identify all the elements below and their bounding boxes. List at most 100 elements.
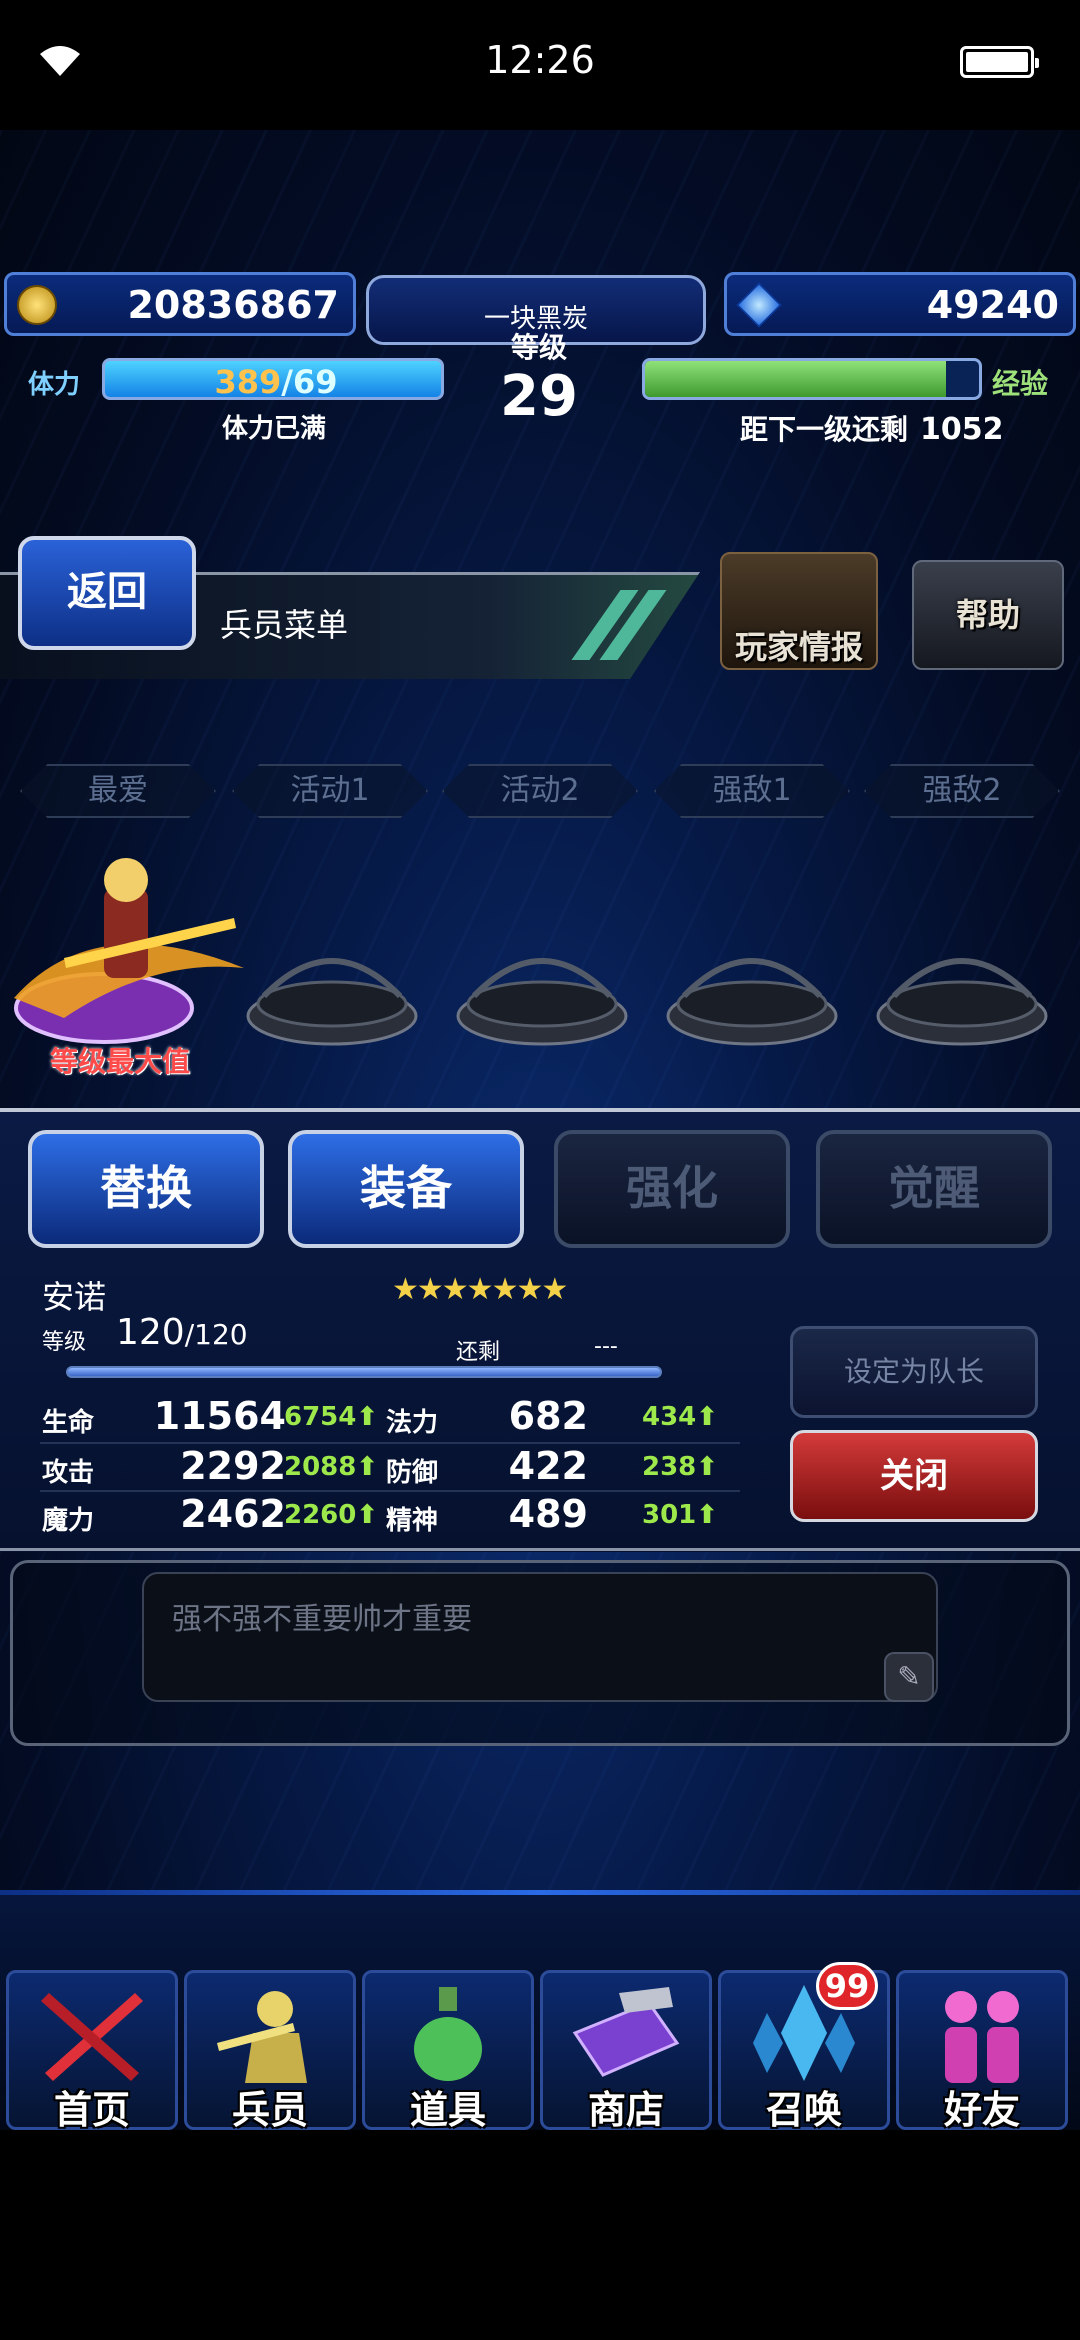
stamina-status: 体力已满 — [221, 414, 326, 444]
close-button[interactable]: 关闭 — [790, 1430, 1038, 1522]
tab-strong-enemy-2[interactable]: 强敌2 — [864, 764, 1060, 818]
status-time: 12:26 — [485, 38, 595, 82]
shop-icon — [572, 1987, 680, 2077]
tab-event-2[interactable]: 活动2 — [442, 764, 638, 818]
nav-friends[interactable]: 好友 — [896, 1970, 1068, 2132]
awaken-button[interactable]: 觉醒 — [816, 1130, 1052, 1248]
tab-event-1[interactable]: 活动1 — [232, 764, 428, 818]
status-bar: 12:26 — [0, 0, 1080, 130]
bottom-nav-border — [0, 1890, 1080, 1895]
rarity-stars: ★★★★★★★ — [392, 1272, 568, 1307]
stat-label: 精神 — [386, 1506, 439, 1536]
comment-text: 强不强不重要帅才重要 — [172, 1602, 472, 1637]
nav-friends-label: 好友 — [943, 2088, 1020, 2132]
back-button[interactable]: 返回 — [18, 536, 196, 650]
exp-remain-value: --- — [594, 1334, 618, 1359]
up-arrow-icon: ⬆ — [356, 1402, 379, 1432]
gem-amount: 49240 — [926, 283, 1059, 327]
exp-remaining-label: 距下一级还剩 — [740, 413, 909, 446]
tab-strong-enemy-1[interactable]: 强敌1 — [654, 764, 850, 818]
player-level: 等级 29 — [446, 326, 632, 446]
stat-row: 攻击 2292 2088⬆ 防御 422 238⬆ — [40, 1444, 740, 1490]
stat-bonus: 301⬆ — [642, 1500, 718, 1530]
up-arrow-icon: ⬆ — [696, 1500, 719, 1530]
unit-exp-bar — [66, 1366, 662, 1378]
empty-slot-pedestal[interactable] — [664, 916, 840, 1052]
set-leader-button[interactable]: 设定为队长 — [790, 1326, 1038, 1418]
gold-counter: 20836867 — [4, 272, 356, 336]
stat-bonus: 2088⬆ — [284, 1452, 378, 1482]
stat-label: 攻击 — [42, 1458, 95, 1488]
unit-level: 120/120 — [116, 1312, 248, 1353]
equip-button[interactable]: 装备 — [288, 1130, 524, 1248]
up-arrow-icon: ⬆ — [356, 1452, 379, 1482]
bottom-bezel — [0, 2130, 1080, 2340]
gold-coin-icon — [17, 285, 57, 325]
nav-units-label: 兵员 — [231, 2088, 308, 2132]
stat-bonus-value: 2088 — [284, 1452, 357, 1482]
nav-items[interactable]: 道具 — [362, 1970, 534, 2132]
battery-icon — [960, 46, 1039, 78]
max-level-badge: 等级最大值 — [50, 1045, 191, 1078]
gem-counter: 49240 — [724, 272, 1076, 336]
help-label: 帮助 — [955, 596, 1020, 634]
empty-slot-pedestal[interactable] — [874, 916, 1050, 1052]
replace-button[interactable]: 替换 — [28, 1130, 264, 1248]
stat-bonus-value: 238 — [642, 1452, 697, 1482]
stat-value: 489 — [508, 1492, 588, 1536]
exp-remain-label: 还剩 — [456, 1340, 501, 1365]
gold-amount: 20836867 — [127, 283, 339, 327]
player-info-button[interactable]: 玩家情报 — [720, 552, 878, 670]
lapis-gem-icon — [736, 282, 782, 328]
tab-favorite[interactable]: 最爱 — [20, 764, 216, 818]
enhance-button[interactable]: 强化 — [554, 1130, 790, 1248]
unit-hero-icon — [217, 1991, 307, 2083]
menu-title: 兵员菜单 — [220, 606, 349, 644]
friends-icon — [945, 1991, 1019, 2083]
unit-portrait-icon[interactable] — [4, 848, 254, 1048]
stat-bonus: 2260⬆ — [284, 1500, 378, 1530]
stat-bonus-value: 434 — [642, 1402, 697, 1432]
nav-summon-label: 召唤 — [765, 2088, 842, 2132]
help-button[interactable]: 帮助 — [912, 560, 1064, 670]
nav-units[interactable]: 兵员 — [184, 1970, 356, 2132]
stat-bonus: 238⬆ — [642, 1452, 718, 1482]
nav-items-label: 道具 — [409, 2088, 486, 2132]
stat-value: 2462 — [180, 1492, 286, 1536]
stat-label: 魔力 — [42, 1506, 95, 1536]
up-arrow-icon: ⬆ — [696, 1452, 719, 1482]
stat-row: 魔力 2462 2260⬆ 精神 489 301⬆ — [40, 1492, 740, 1538]
stat-label: 防御 — [386, 1458, 439, 1488]
empty-slot-pedestal[interactable] — [244, 916, 420, 1052]
exp-row: 经验 距下一级还剩 1052 — [640, 350, 1076, 447]
exp-remaining-value: 1052 — [920, 412, 1004, 447]
stat-row: 生命 11564 6754⬆ 法力 682 434⬆ — [40, 1394, 740, 1440]
stat-value: 2292 — [180, 1444, 286, 1488]
stat-value: 422 — [508, 1444, 588, 1488]
potion-icon — [414, 1987, 482, 2081]
stat-label: 生命 — [42, 1408, 95, 1438]
stat-bonus: 434⬆ — [642, 1402, 718, 1432]
up-arrow-icon: ⬆ — [696, 1402, 719, 1432]
crossed-swords-icon — [41, 1993, 143, 2081]
stat-bonus-value: 6754 — [284, 1402, 357, 1432]
unit-level-value: 120 — [116, 1312, 185, 1353]
stamina-max: /69 — [281, 363, 338, 401]
empty-slot-pedestal[interactable] — [454, 916, 630, 1052]
nav-home[interactable]: 首页 — [6, 1970, 178, 2132]
stat-label: 法力 — [386, 1408, 439, 1438]
quill-edit-icon[interactable]: ✎ — [884, 1652, 934, 1702]
player-info-label: 玩家情报 — [734, 628, 863, 666]
exp-bar — [642, 358, 982, 400]
nav-shop[interactable]: 商店 — [540, 1970, 712, 2132]
stat-bonus-value: 2260 — [284, 1500, 357, 1530]
unit-level-max: /120 — [184, 1318, 248, 1351]
level-label: 等级 — [510, 331, 567, 364]
stat-bonus-value: 301 — [642, 1500, 697, 1530]
stat-bonus: 6754⬆ — [284, 1402, 378, 1432]
stat-value: 682 — [508, 1394, 588, 1438]
stamina-text: 389/69 — [105, 363, 447, 401]
nav-home-label: 首页 — [53, 2088, 130, 2132]
unit-name: 安诺 — [42, 1278, 107, 1316]
up-arrow-icon: ⬆ — [356, 1500, 379, 1530]
